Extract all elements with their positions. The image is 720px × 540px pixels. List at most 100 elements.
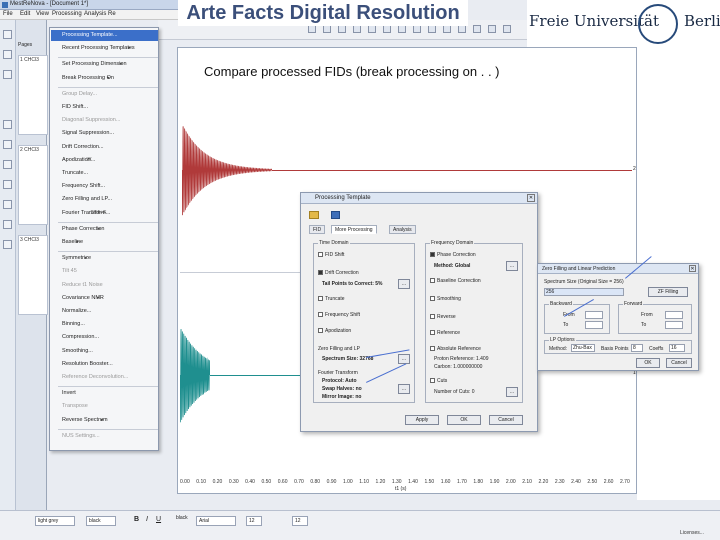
ft-options-button[interactable]: ... xyxy=(398,384,410,394)
tool-icon[interactable] xyxy=(3,50,12,59)
close-icon[interactable]: ✕ xyxy=(527,194,535,202)
tool-icon[interactable] xyxy=(3,200,12,209)
menu-item[interactable]: Normalize... xyxy=(62,306,91,317)
menu-item[interactable]: Drift Correction... xyxy=(62,142,104,153)
smoothing-checkbox[interactable]: Smoothing xyxy=(430,296,461,302)
toolbar-icon[interactable] xyxy=(443,25,451,33)
drift-options-button[interactable]: ... xyxy=(398,279,410,289)
text-color-select[interactable]: black xyxy=(176,515,188,521)
forward-to-input[interactable] xyxy=(665,321,683,329)
toolbar-icon[interactable] xyxy=(503,25,511,33)
method-select[interactable]: Zhu-Bax xyxy=(571,344,595,352)
cuts-options-button[interactable]: ... xyxy=(506,387,518,397)
drift-correction-checkbox[interactable]: Drift Correction xyxy=(318,270,359,276)
menu-item[interactable]: Phase Correction ▸ xyxy=(62,224,105,235)
phase-options-button[interactable]: ... xyxy=(506,261,518,271)
toolbar-icon[interactable] xyxy=(428,25,436,33)
menu-item[interactable]: FID Shift... xyxy=(62,102,88,113)
menu-item[interactable]: Zero Filling and LP... xyxy=(62,194,112,205)
color-select[interactable]: light grey xyxy=(35,516,75,526)
tool-icon[interactable] xyxy=(3,180,12,189)
cancel-button[interactable]: Cancel xyxy=(489,415,523,425)
bold-icon[interactable]: B xyxy=(134,516,139,523)
close-icon[interactable]: ✕ xyxy=(689,265,696,272)
menu-edit[interactable]: Edit xyxy=(20,11,30,17)
fid-shift-checkbox[interactable]: FID Shift xyxy=(318,252,344,258)
size-select[interactable]: 12 xyxy=(292,516,308,526)
menu-item[interactable]: Fourier Transform... Shift+F xyxy=(62,208,110,219)
apodization-checkbox[interactable]: Apodization xyxy=(318,328,351,334)
menu-item[interactable]: Recent Processing Templates ▸ xyxy=(62,43,135,54)
toolbar-icon[interactable] xyxy=(383,25,391,33)
zf-filling-button[interactable]: ZF Filling xyxy=(648,287,688,297)
tool-icon[interactable] xyxy=(3,220,12,229)
backward-from-input[interactable] xyxy=(585,311,603,319)
menu-item[interactable]: Resolution Booster... xyxy=(62,359,113,370)
reference-checkbox[interactable]: Reference xyxy=(430,330,460,336)
menu-item[interactable]: Processing Template... xyxy=(51,30,158,41)
italic-icon[interactable]: I xyxy=(146,516,148,523)
menu-re[interactable]: Re xyxy=(108,11,116,17)
phase-correction-checkbox[interactable]: Phase Correction xyxy=(430,252,476,258)
zf-ok-button[interactable]: OK xyxy=(636,358,660,368)
truncate-checkbox[interactable]: Truncate xyxy=(318,296,345,302)
toolbar-icon[interactable] xyxy=(473,25,481,33)
tool-icon[interactable] xyxy=(3,30,12,39)
spectrum-size-select[interactable]: 256 xyxy=(544,288,624,296)
toolbar-icon[interactable] xyxy=(398,25,406,33)
tool-icon[interactable] xyxy=(3,70,12,79)
tool-icon[interactable] xyxy=(3,160,12,169)
menu-item[interactable]: Set Processing Dimension ▸ xyxy=(62,59,127,70)
apply-button[interactable]: Apply xyxy=(405,415,439,425)
toolbar-icon[interactable] xyxy=(353,25,361,33)
font-select[interactable]: Arial xyxy=(196,516,236,526)
menu-item[interactable]: Truncate... xyxy=(62,168,88,179)
menu-processing[interactable]: Processing xyxy=(52,11,82,17)
backward-to-input[interactable] xyxy=(585,321,603,329)
forward-from-input[interactable] xyxy=(665,311,683,319)
menu-item[interactable]: Apodization... W xyxy=(62,155,95,166)
toolbar-icon[interactable] xyxy=(308,25,316,33)
tool-icon[interactable] xyxy=(3,140,12,149)
tab-fid[interactable]: FID xyxy=(309,225,326,234)
menu-view[interactable]: View xyxy=(36,11,49,17)
menu-file[interactable]: File xyxy=(3,11,13,17)
menu-item[interactable]: Break Processing On ▸ xyxy=(62,73,114,84)
zf-options-button[interactable]: ... xyxy=(398,354,410,364)
font-size-select[interactable]: 12 xyxy=(246,516,262,526)
page-thumb-2[interactable]: 2 CHCl3 xyxy=(18,145,48,225)
menu-item[interactable]: Binning... xyxy=(62,319,85,330)
page-thumb-1[interactable]: 1 CHCl3 xyxy=(18,55,48,135)
ok-button[interactable]: OK xyxy=(447,415,481,425)
licenses-link[interactable]: Licenses... xyxy=(680,530,704,536)
menu-item[interactable]: Reverse Spectrum ▸ xyxy=(62,415,108,426)
toolbar-icon[interactable] xyxy=(323,25,331,33)
tool-icon[interactable] xyxy=(3,240,12,249)
baseline-correction-checkbox[interactable]: Baseline Correction xyxy=(430,278,481,284)
toolbar-icon[interactable] xyxy=(458,25,466,33)
toolbar-icon[interactable] xyxy=(413,25,421,33)
save-icon[interactable] xyxy=(331,211,340,219)
menu-item[interactable]: Baseline ▸ xyxy=(62,237,83,248)
menu-item[interactable]: Compression... xyxy=(62,332,99,343)
basis-points-input[interactable]: 8 xyxy=(631,344,643,352)
underline-icon[interactable]: U xyxy=(156,516,161,523)
frequency-shift-checkbox[interactable]: Frequency Shift xyxy=(318,312,360,318)
folder-icon[interactable] xyxy=(309,211,319,219)
menu-item[interactable]: Frequency Shift... xyxy=(62,181,105,192)
menu-item[interactable]: Invert xyxy=(62,388,76,399)
toolbar-icon[interactable] xyxy=(338,25,346,33)
line-color-select[interactable]: black xyxy=(86,516,116,526)
reverse-checkbox[interactable]: Reverse xyxy=(430,314,456,320)
toolbar-icon[interactable] xyxy=(488,25,496,33)
toolbar-icon[interactable] xyxy=(368,25,376,33)
menu-item[interactable]: Signal Suppression... xyxy=(62,128,114,139)
menu-item[interactable]: Covariance NMR ▸ xyxy=(62,293,104,304)
menu-analysis[interactable]: Analysis xyxy=(84,11,106,17)
zf-cancel-button[interactable]: Cancel xyxy=(666,358,692,368)
absolute-reference-checkbox[interactable]: Absolute Reference xyxy=(430,346,481,352)
menu-item[interactable]: Symmetrize ▸ xyxy=(62,253,91,264)
coeffs-input[interactable]: 16 xyxy=(669,344,685,352)
tool-icon[interactable] xyxy=(3,120,12,129)
tab-more-processing[interactable]: More Processing xyxy=(331,225,377,234)
